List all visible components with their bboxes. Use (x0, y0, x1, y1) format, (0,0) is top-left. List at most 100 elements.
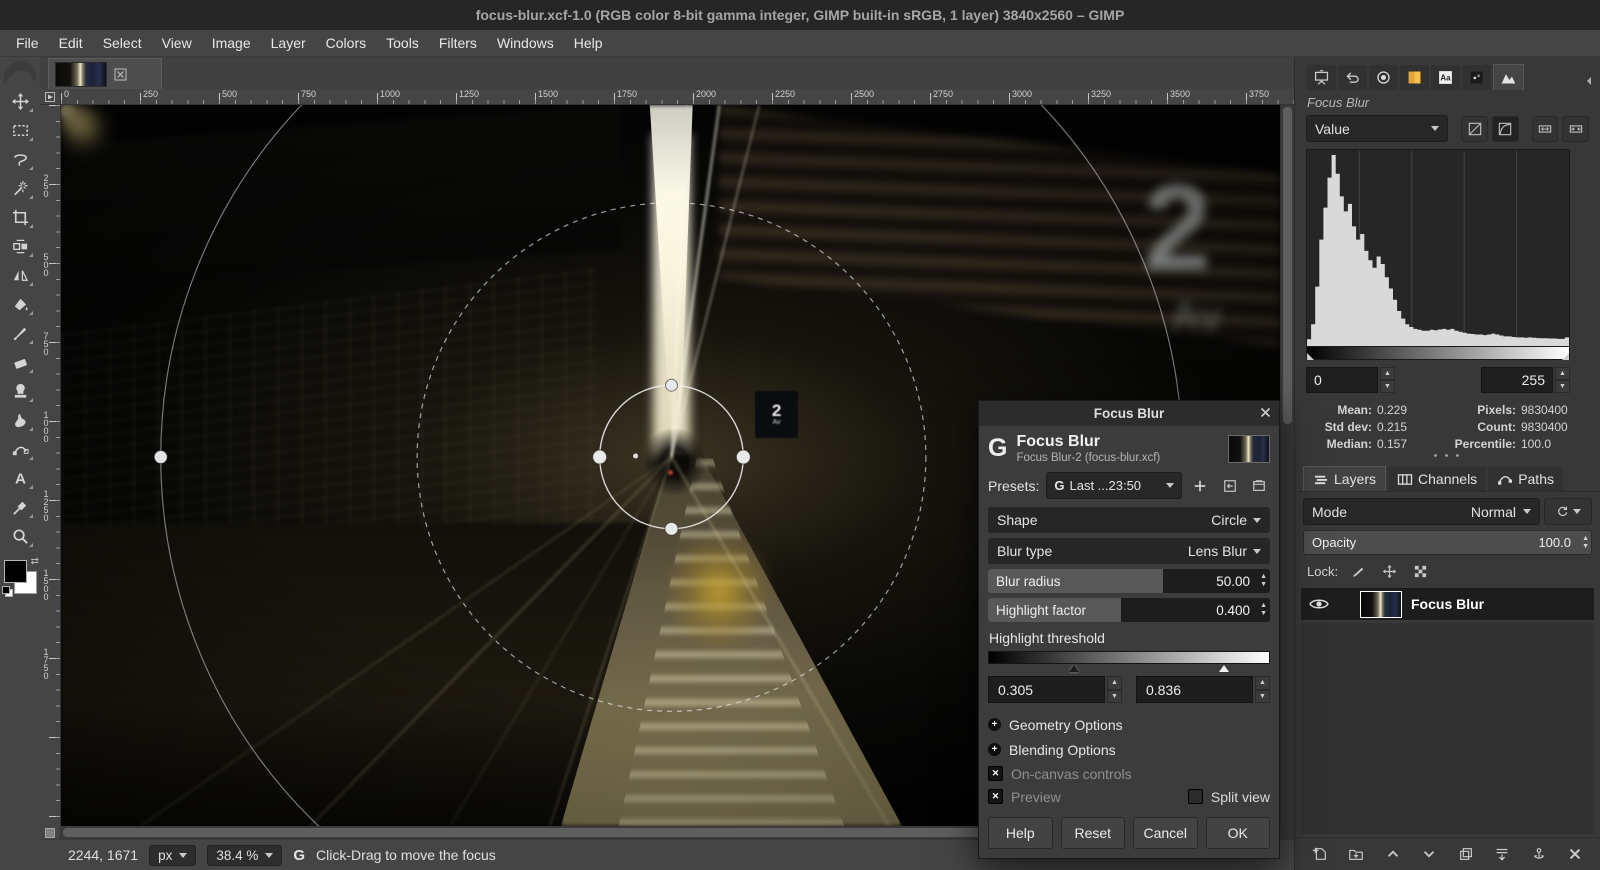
raise-layer-button[interactable] (1381, 843, 1405, 865)
clone-tool[interactable] (4, 377, 36, 406)
threshold-high-spin-arrows[interactable]: ▲▼ (1255, 676, 1270, 703)
opacity-spin-arrows[interactable]: ▲▼ (1582, 532, 1589, 553)
menu-file[interactable]: File (6, 32, 49, 54)
dock-splitter-handle[interactable]: • • • (1295, 451, 1600, 463)
anchor-layer-button[interactable] (1527, 843, 1551, 865)
shape-dropdown[interactable]: Shape Circle (988, 507, 1270, 533)
mode-dropdown[interactable]: Mode Normal (1303, 498, 1540, 525)
menu-windows[interactable]: Windows (487, 32, 564, 54)
menu-help[interactable]: Help (564, 32, 613, 54)
focus-outer-handle[interactable] (154, 451, 167, 464)
range-low-spin-arrows[interactable]: ▲▼ (1380, 367, 1395, 393)
ruler-corner-button[interactable] (40, 89, 61, 105)
blur-radius-slider[interactable]: Blur radius 50.00 ▲▼ (988, 569, 1270, 593)
menu-colors[interactable]: Colors (316, 32, 376, 54)
fuzzy-select-tool[interactable] (4, 174, 36, 203)
smudge-tool[interactable] (4, 406, 36, 435)
reset-button[interactable]: Reset (1061, 817, 1126, 849)
manage-presets-button[interactable] (1248, 474, 1270, 497)
blur-radius-spin-arrows[interactable]: ▲▼ (1260, 569, 1267, 593)
zoom-tool[interactable] (4, 522, 36, 551)
range-low-value[interactable]: 0 (1306, 367, 1378, 393)
lock-pixels-icon[interactable] (1347, 562, 1369, 581)
focus-handle-top[interactable] (666, 379, 678, 391)
fg-bg-color-area[interactable]: ⇄ (2, 559, 38, 597)
dock-tab-device-status[interactable] (1369, 65, 1398, 90)
new-layer-button[interactable] (1308, 843, 1332, 865)
split-view-checkbox[interactable] (1188, 789, 1203, 804)
unified-transform-tool[interactable] (4, 232, 36, 261)
merge-layer-button[interactable] (1490, 843, 1514, 865)
save-preset-button[interactable] (1189, 474, 1211, 497)
preview-checkbox[interactable] (988, 789, 1003, 804)
new-group-button[interactable] (1344, 843, 1368, 865)
preview-toggle[interactable]: Preview (988, 789, 1061, 805)
tab-layers[interactable]: Layers (1303, 466, 1386, 491)
menu-image[interactable]: Image (202, 32, 261, 54)
eraser-tool[interactable] (4, 348, 36, 377)
help-button[interactable]: Help (988, 817, 1053, 849)
bucket-fill-tool[interactable] (4, 290, 36, 319)
color-picker-tool[interactable] (4, 493, 36, 522)
focus-handle-left[interactable] (593, 450, 607, 464)
menu-view[interactable]: View (152, 32, 202, 54)
geometry-options-expander[interactable]: + Geometry Options (988, 712, 1270, 737)
visibility-eye-icon[interactable] (1309, 597, 1329, 611)
focus-handle-right[interactable] (736, 450, 750, 464)
threshold-low-spinbox[interactable]: 0.305 ▲▼ (988, 676, 1122, 703)
text-tool[interactable]: A (4, 464, 36, 493)
opacity-slider[interactable]: Opacity 100.0 ▲▼ (1303, 530, 1592, 555)
blending-options-expander[interactable]: + Blending Options (988, 737, 1270, 762)
range-high-value[interactable]: 255 (1481, 367, 1553, 393)
image-tab[interactable] (48, 58, 162, 89)
ok-button[interactable]: OK (1206, 817, 1271, 849)
expand-range-button[interactable] (1532, 116, 1559, 142)
channel-dropdown[interactable]: Value (1306, 115, 1448, 142)
dock-tab-colors[interactable] (1400, 65, 1429, 90)
menu-filters[interactable]: Filters (429, 32, 487, 54)
horizontal-ruler[interactable]: 0250500750100012501500175020002250250027… (61, 89, 1294, 105)
dock-tab-fonts[interactable]: Aa (1431, 65, 1460, 90)
default-colors-icon[interactable] (2, 586, 13, 597)
range-high-spinbox[interactable]: 255 ▲▼ (1481, 367, 1570, 393)
threshold-gradient-bar[interactable] (988, 651, 1270, 664)
restore-preset-button[interactable] (1219, 474, 1241, 497)
mode-options-button[interactable] (1544, 498, 1592, 525)
focus-midpoint-circle[interactable] (417, 203, 926, 712)
split-view-toggle[interactable]: Split view (1188, 789, 1270, 805)
threshold-high-spinbox[interactable]: 0.836 ▲▼ (1136, 676, 1270, 703)
paths-tool[interactable] (4, 435, 36, 464)
unit-dropdown[interactable]: px (149, 845, 196, 866)
focus-center-point[interactable] (633, 454, 638, 459)
dock-tab-tool-options[interactable] (1307, 65, 1336, 90)
threshold-low-spin-arrows[interactable]: ▲▼ (1107, 676, 1122, 703)
lower-layer-button[interactable] (1417, 843, 1441, 865)
paintbrush-tool[interactable] (4, 319, 36, 348)
focus-handle-bottom[interactable] (665, 522, 678, 535)
rectangle-select-tool[interactable] (4, 116, 36, 145)
dialog-close-icon[interactable] (1259, 406, 1272, 419)
move-tool[interactable] (4, 87, 36, 116)
dialog-titlebar[interactable]: Focus Blur (979, 401, 1279, 426)
delete-layer-button[interactable] (1563, 843, 1587, 865)
tab-paths[interactable]: Paths (1488, 467, 1563, 491)
threshold-low-value[interactable]: 0.305 (988, 676, 1105, 703)
shrink-range-button[interactable] (1562, 116, 1589, 142)
zoom-dropdown[interactable]: 38.4 % (207, 845, 282, 866)
preset-dropdown[interactable]: G Last ...23:50 (1046, 472, 1182, 499)
linear-histogram-button[interactable] (1461, 116, 1488, 142)
menu-edit[interactable]: Edit (49, 32, 93, 54)
layer-row[interactable]: Focus Blur (1301, 588, 1594, 620)
highlight-factor-slider[interactable]: Highlight factor 0.400 ▲▼ (988, 598, 1270, 622)
dock-tab-undo-history[interactable] (1338, 65, 1367, 90)
foreground-color-swatch[interactable] (4, 560, 27, 583)
threshold-high-marker[interactable] (1219, 665, 1229, 672)
vertical-scrollbar[interactable] (1280, 105, 1294, 826)
dock-tab-histogram[interactable] (1493, 64, 1524, 90)
menu-tools[interactable]: Tools (376, 32, 429, 54)
threshold-low-marker[interactable] (1069, 665, 1079, 672)
menu-select[interactable]: Select (93, 32, 152, 54)
quick-mask-toggle[interactable] (40, 826, 61, 839)
titlebar[interactable]: focus-blur.xcf-1.0 (RGB color 8-bit gamm… (0, 0, 1600, 30)
log-histogram-button[interactable] (1492, 116, 1519, 142)
